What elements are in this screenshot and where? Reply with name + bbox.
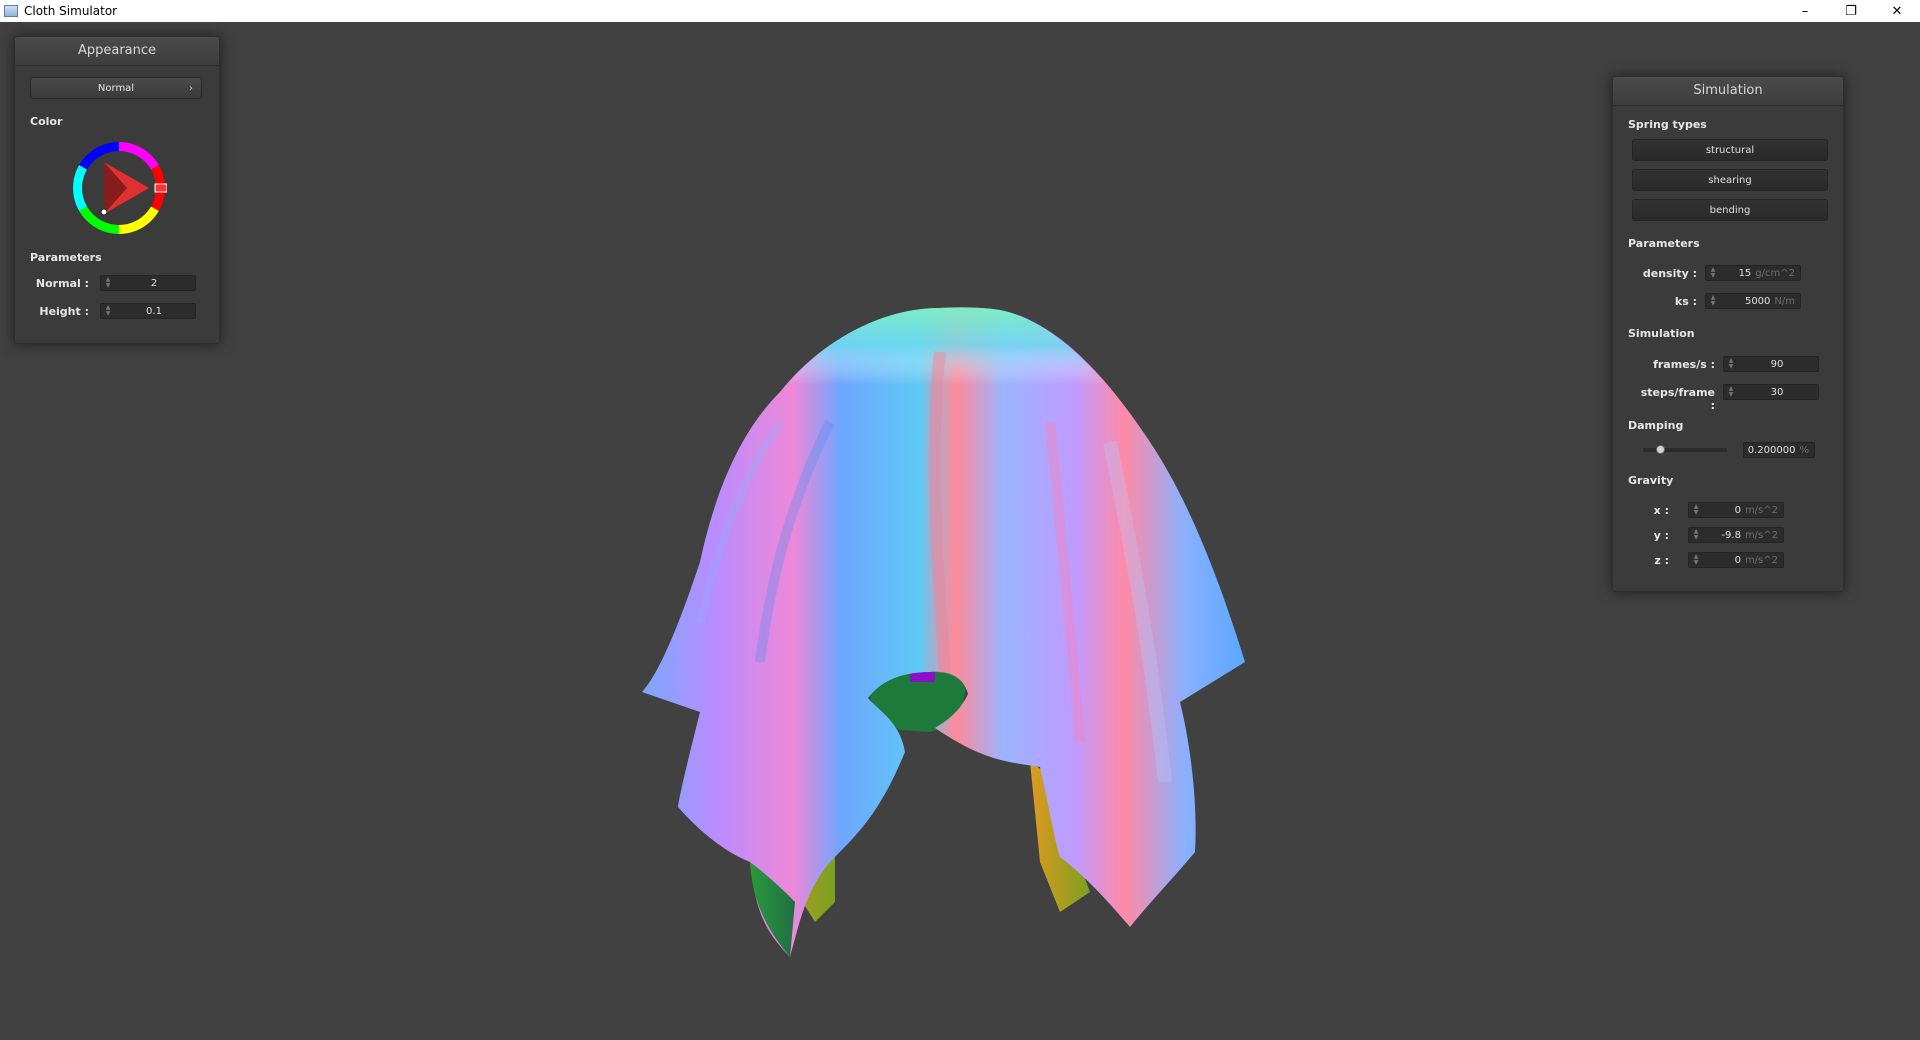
gravity-y-label: y : <box>1653 529 1669 542</box>
damping-value: 0.200000 <box>1747 444 1796 456</box>
spin-arrows-icon[interactable]: ▲ ▼ <box>1691 528 1701 542</box>
shading-mode-value: Normal <box>97 83 135 94</box>
gravity-z-value: 0 <box>1734 554 1741 566</box>
normal-label: Normal : <box>35 277 89 290</box>
fps-spinbox[interactable]: ▲ ▼ 90 <box>1723 356 1819 372</box>
ks-unit: N/m <box>1774 295 1795 307</box>
simulation-panel: Simulation Spring types structural shear… <box>1612 76 1844 592</box>
cloth-dome-highlight <box>745 307 1160 462</box>
window-titlebar: Cloth Simulator – ❐ ✕ <box>0 0 1920 22</box>
density-spinbox[interactable]: ▲ ▼ 15 g/cm^2 <box>1705 265 1801 281</box>
damping-slider-handle[interactable] <box>1655 445 1665 454</box>
ks-label: ks : <box>1674 295 1697 308</box>
appearance-panel: Appearance Normal › Color Parameters Nor… <box>14 36 220 344</box>
window-controls: – ❐ ✕ <box>1782 0 1920 22</box>
normal-spinbox[interactable]: ▲ ▼ 2 <box>100 275 196 291</box>
gravity-z-spinbox[interactable]: ▲ ▼ 0 m/s^2 <box>1688 552 1784 568</box>
spin-arrows-icon[interactable]: ▲ ▼ <box>103 304 113 318</box>
spin-arrows-icon[interactable]: ▲ ▼ <box>1726 385 1736 399</box>
gravity-x-value: 0 <box>1734 504 1741 516</box>
steps-label: steps/frame : <box>1640 386 1715 412</box>
shading-mode-dropdown[interactable]: Normal › <box>30 77 202 99</box>
shearing-spring-button[interactable]: shearing <box>1632 169 1828 191</box>
normal-value: 2 <box>150 277 158 289</box>
structural-spring-button[interactable]: structural <box>1632 139 1828 161</box>
restore-button[interactable]: ❐ <box>1828 0 1874 22</box>
height-value: 0.1 <box>146 305 162 317</box>
fps-value: 90 <box>1770 358 1784 370</box>
ks-spinbox[interactable]: ▲ ▼ 5000 N/m <box>1705 293 1801 309</box>
gravity-x-unit: m/s^2 <box>1744 504 1778 516</box>
color-wheel[interactable] <box>71 140 167 236</box>
appearance-parameters-label: Parameters <box>30 251 102 264</box>
density-label: density : <box>1642 267 1697 280</box>
simulation-section-label: Simulation <box>1628 327 1695 340</box>
damping-unit: % <box>1799 444 1809 456</box>
density-unit: g/cm^2 <box>1755 267 1795 279</box>
height-spinbox[interactable]: ▲ ▼ 0.1 <box>100 303 196 319</box>
gravity-x-label: x : <box>1653 504 1669 517</box>
gravity-label: Gravity <box>1628 474 1674 487</box>
spring-types-label: Spring types <box>1628 118 1707 131</box>
spin-arrows-icon[interactable]: ▲ ▼ <box>103 276 113 290</box>
gravity-x-spinbox[interactable]: ▲ ▼ 0 m/s^2 <box>1688 502 1784 518</box>
spin-arrows-icon[interactable]: ▲ ▼ <box>1691 503 1701 517</box>
hue-selector <box>154 183 167 193</box>
gravity-y-value: -9.8 <box>1721 529 1741 541</box>
app-icon <box>4 5 18 17</box>
gravity-y-unit: m/s^2 <box>1744 529 1778 541</box>
gravity-z-label: z : <box>1654 554 1669 567</box>
bending-spring-button[interactable]: bending <box>1632 199 1828 221</box>
close-button[interactable]: ✕ <box>1874 0 1920 22</box>
damping-label: Damping <box>1628 419 1684 432</box>
height-label: Height : <box>39 305 89 318</box>
fps-label: frames/s : <box>1653 358 1715 371</box>
steps-spinbox[interactable]: ▲ ▼ 30 <box>1723 384 1819 400</box>
chevron-right-icon: › <box>189 83 193 94</box>
steps-value: 30 <box>1770 386 1784 398</box>
simulation-parameters-label: Parameters <box>1628 237 1700 250</box>
window-title: Cloth Simulator <box>24 4 118 18</box>
simulation-panel-header[interactable]: Simulation <box>1613 77 1843 106</box>
damping-input[interactable]: 0.200000 % <box>1743 442 1815 458</box>
appearance-panel-header[interactable]: Appearance <box>15 37 219 66</box>
minimize-button[interactable]: – <box>1782 0 1828 22</box>
gravity-z-unit: m/s^2 <box>1744 554 1778 566</box>
ks-value: 5000 <box>1744 295 1771 307</box>
spin-arrows-icon[interactable]: ▲ ▼ <box>1691 553 1701 567</box>
spin-arrows-icon[interactable]: ▲ ▼ <box>1708 266 1718 280</box>
color-picker-knob <box>100 208 108 216</box>
gravity-y-spinbox[interactable]: ▲ ▼ -9.8 m/s^2 <box>1688 527 1784 543</box>
spin-arrows-icon[interactable]: ▲ ▼ <box>1708 294 1718 308</box>
spin-arrows-icon[interactable]: ▲ ▼ <box>1726 357 1736 371</box>
color-section-label: Color <box>30 115 63 128</box>
density-value: 15 <box>1738 267 1752 279</box>
